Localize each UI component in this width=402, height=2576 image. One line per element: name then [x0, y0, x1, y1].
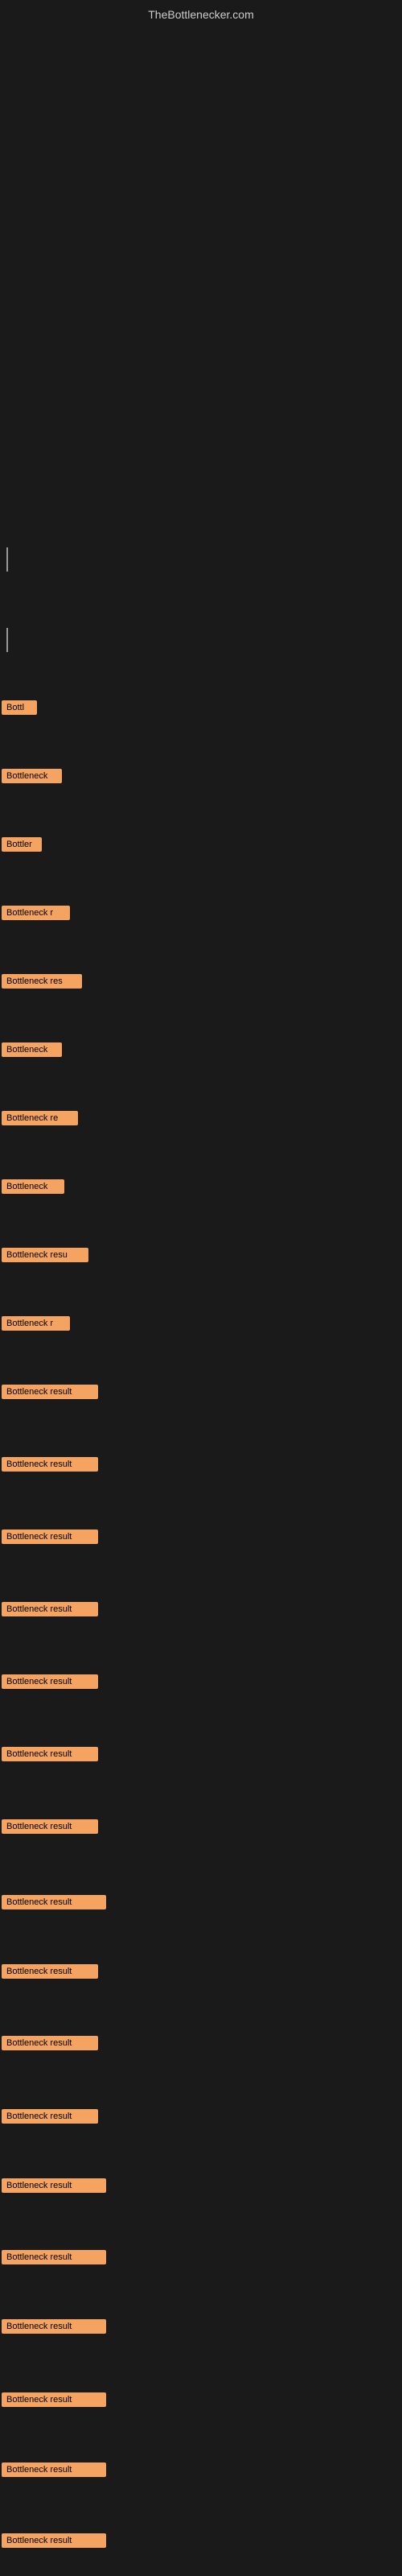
bottleneck-result-label: Bottleneck result	[2, 2392, 106, 2407]
bottleneck-result-label: Bottleneck result	[2, 2250, 106, 2264]
bottleneck-result-label: Bottleneck	[2, 1042, 62, 1057]
bottleneck-result-label: Bottleneck result	[2, 2109, 98, 2124]
bottleneck-result-label: Bottleneck	[2, 769, 62, 783]
bottleneck-result-label: Bottleneck	[2, 1179, 64, 1194]
site-title: TheBottlenecker.com	[148, 8, 254, 21]
bottleneck-result-label: Bottleneck result	[2, 2036, 98, 2050]
bottleneck-result-label: Bottleneck result	[2, 2533, 106, 2548]
bottleneck-result-label: Bottleneck result	[2, 2178, 106, 2193]
bottleneck-result-label: Bottleneck result	[2, 1530, 98, 1544]
bottleneck-result-label: Bottleneck result	[2, 2319, 106, 2334]
bottleneck-result-label: Bottleneck r	[2, 906, 70, 920]
bottleneck-result-label: Bottl	[2, 700, 37, 715]
bottleneck-result-label: Bottleneck result	[2, 1674, 98, 1689]
bottleneck-result-label: Bottleneck resu	[2, 1248, 88, 1262]
bottleneck-result-label: Bottleneck result	[2, 1895, 106, 1909]
bottleneck-result-label: Bottleneck result	[2, 1747, 98, 1761]
bottleneck-result-label: Bottleneck result	[2, 1819, 98, 1834]
bottleneck-result-label: Bottleneck result	[2, 2462, 106, 2477]
bottleneck-result-label: Bottleneck re	[2, 1111, 78, 1125]
bottleneck-result-label: Bottleneck result	[2, 1964, 98, 1979]
vertical-line-2	[6, 628, 8, 652]
bottleneck-result-label: Bottleneck r	[2, 1316, 70, 1331]
bottleneck-result-label: Bottleneck result	[2, 1385, 98, 1399]
bottleneck-result-label: Bottleneck res	[2, 974, 82, 989]
bottleneck-result-label: Bottleneck result	[2, 1457, 98, 1472]
vertical-line-1	[6, 547, 8, 572]
bottleneck-result-label: Bottler	[2, 837, 42, 852]
bottleneck-result-label: Bottleneck result	[2, 1602, 98, 1616]
